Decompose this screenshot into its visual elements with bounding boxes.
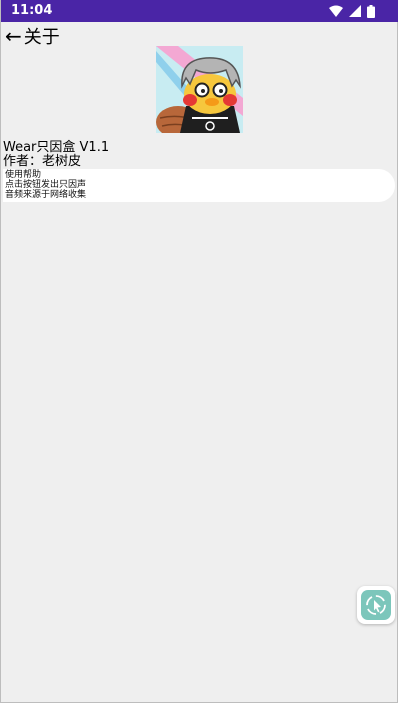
status-time: 11:04 [11,3,53,18]
touch-pointer-icon [366,595,386,615]
wifi-icon [329,5,343,17]
page-title: 关于 [23,27,60,48]
help-line: 使用帮助 [5,170,42,180]
help-card: 使用帮助 点击按钮发出只因声 音频来源于网络收集 [3,169,395,202]
help-line: 点击按钮发出只因声 [5,180,87,190]
battery-icon [367,4,375,18]
assistant-icon-bg [361,590,391,620]
signal-icon [349,5,361,17]
floating-assistant-button[interactable] [357,586,395,624]
title-bar: ← 关于 [5,24,60,48]
author-name: 作者：老树皮 [3,154,82,169]
status-bar: 11:04 [1,0,398,22]
back-button[interactable]: ← [5,26,22,46]
app-screen: 11:04 ← 关于 Wear只因盒 V1.1 作者：老树皮 使用帮助 点击按钮… [0,0,398,703]
help-line: 音频来源于网络收集 [5,190,87,200]
author-avatar [156,46,243,133]
status-icons [329,4,375,18]
